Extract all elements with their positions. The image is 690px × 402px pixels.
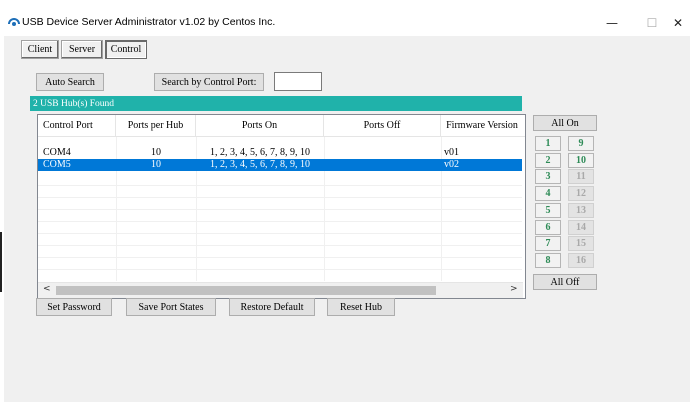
- title-bar[interactable]: USB Device Server Administrator v1.02 by…: [4, 10, 690, 36]
- port-toggle-button[interactable]: 3: [535, 169, 561, 185]
- search-by-control-port-button[interactable]: Search by Control Port:: [154, 73, 264, 91]
- column-header-ports-per-hub[interactable]: Ports per Hub: [116, 115, 196, 136]
- set-password-label: Set Password: [47, 301, 101, 313]
- tab-server-label: Server: [68, 44, 96, 55]
- port-toggle-button[interactable]: 11: [568, 169, 594, 185]
- port-toggle-button[interactable]: 12: [568, 186, 594, 202]
- all-off-button[interactable]: All Off: [533, 274, 597, 290]
- port-toggle-button[interactable]: 15: [568, 236, 594, 252]
- hub-status-bar: 2 USB Hub(s) Found: [30, 96, 522, 111]
- tab-server[interactable]: Server: [61, 40, 103, 59]
- tab-control[interactable]: Control: [105, 40, 147, 59]
- grid-line: [38, 221, 522, 222]
- port-toggle-button[interactable]: 7: [535, 236, 561, 252]
- cell-ports-on: 1, 2, 3, 4, 5, 6, 7, 8, 9, 10: [210, 159, 310, 170]
- auto-search-button[interactable]: Auto Search: [36, 73, 104, 91]
- port-toggle-button[interactable]: 14: [568, 219, 594, 235]
- restore-default-button[interactable]: Restore Default: [229, 298, 315, 316]
- column-label: Ports Off: [363, 120, 401, 131]
- reset-hub-button[interactable]: Reset Hub: [327, 298, 395, 316]
- cell-ports-per-hub: 10: [151, 147, 161, 158]
- window-title: USB Device Server Administrator v1.02 by…: [22, 16, 276, 28]
- grid-line: [38, 197, 522, 198]
- all-off-label: All Off: [550, 276, 580, 288]
- column-header-ports-on[interactable]: Ports On: [196, 115, 324, 136]
- column-label: Firmware Version: [446, 120, 518, 131]
- table-row[interactable]: COM4 10 1, 2, 3, 4, 5, 6, 7, 8, 9, 10 v0…: [38, 147, 522, 159]
- cell-ports-per-hub: 10: [151, 159, 161, 170]
- port-toggle-button[interactable]: 9: [568, 136, 594, 151]
- cell-firmware: v02: [444, 159, 459, 170]
- table-header: Control Port Ports per Hub Ports On Port…: [38, 115, 525, 137]
- restore-default-label: Restore Default: [240, 301, 304, 313]
- port-toggle-button[interactable]: 2: [535, 152, 561, 168]
- hub-list-view[interactable]: Control Port Ports per Hub Ports On Port…: [37, 114, 526, 299]
- save-port-states-button[interactable]: Save Port States: [126, 298, 216, 316]
- column-header-firmware-version[interactable]: Firmware Version: [441, 115, 523, 136]
- save-port-states-label: Save Port States: [138, 301, 204, 313]
- column-label: Control Port: [43, 120, 93, 131]
- control-port-input[interactable]: [274, 72, 322, 91]
- column-header-ports-off[interactable]: Ports Off: [324, 115, 441, 136]
- cell-control-port: COM5: [43, 159, 71, 170]
- port-toggle-button[interactable]: 16: [568, 252, 594, 268]
- table-row-selected[interactable]: COM5 10 1, 2, 3, 4, 5, 6, 7, 8, 9, 10 v0…: [38, 159, 522, 171]
- cell-ports-off: [324, 159, 441, 171]
- auto-search-label: Auto Search: [45, 76, 95, 88]
- close-button[interactable]: ✕: [666, 10, 690, 36]
- app-window: USB Device Server Administrator v1.02 by…: [4, 10, 690, 402]
- minimize-button[interactable]: —: [592, 10, 632, 36]
- port-toggle-button[interactable]: 4: [535, 186, 561, 202]
- horizontal-scrollbar[interactable]: < >: [38, 282, 523, 298]
- usb-app-icon: [8, 18, 20, 26]
- set-password-button[interactable]: Set Password: [36, 298, 112, 316]
- close-icon: ✕: [672, 16, 684, 30]
- background-edge: [0, 232, 2, 292]
- search-by-control-port-label: Search by Control Port:: [161, 76, 257, 88]
- column-header-control-port[interactable]: Control Port: [38, 115, 116, 136]
- cell-ports-off: [324, 147, 441, 159]
- grid-line: [38, 233, 522, 234]
- hub-status-text: 2 USB Hub(s) Found: [33, 98, 115, 109]
- port-toggle-button[interactable]: 13: [568, 202, 594, 218]
- all-on-label: All On: [551, 117, 579, 129]
- port-toggle-button[interactable]: 8: [535, 252, 561, 268]
- cell-control-port: COM4: [43, 147, 71, 158]
- scrollbar-thumb[interactable]: [56, 286, 436, 295]
- cell-ports-on: 1, 2, 3, 4, 5, 6, 7, 8, 9, 10: [210, 147, 310, 158]
- tab-client[interactable]: Client: [21, 40, 59, 59]
- grid-line: [38, 269, 522, 270]
- grid-line: [38, 245, 522, 246]
- scroll-right-icon[interactable]: >: [510, 284, 518, 294]
- grid-line: [38, 209, 522, 210]
- column-label: Ports On: [241, 120, 278, 131]
- scroll-left-icon[interactable]: <: [43, 284, 51, 294]
- port-toggle-button[interactable]: 5: [535, 202, 561, 218]
- screen-top-strip: [0, 0, 690, 10]
- port-toggle-button[interactable]: 10: [568, 152, 594, 168]
- tab-control-label: Control: [110, 44, 142, 55]
- grid-line: [38, 185, 522, 186]
- port-toggle-button[interactable]: 1: [535, 136, 561, 151]
- maximize-icon: ☐: [646, 16, 658, 30]
- tab-client-label: Client: [27, 44, 53, 55]
- grid-line: [38, 257, 522, 258]
- reset-hub-label: Reset Hub: [340, 301, 382, 313]
- minimize-icon: —: [606, 16, 618, 30]
- all-on-button[interactable]: All On: [533, 115, 597, 131]
- cell-firmware: v01: [444, 147, 459, 158]
- port-toggle-button[interactable]: 6: [535, 219, 561, 235]
- column-label: Ports per Hub: [127, 120, 184, 131]
